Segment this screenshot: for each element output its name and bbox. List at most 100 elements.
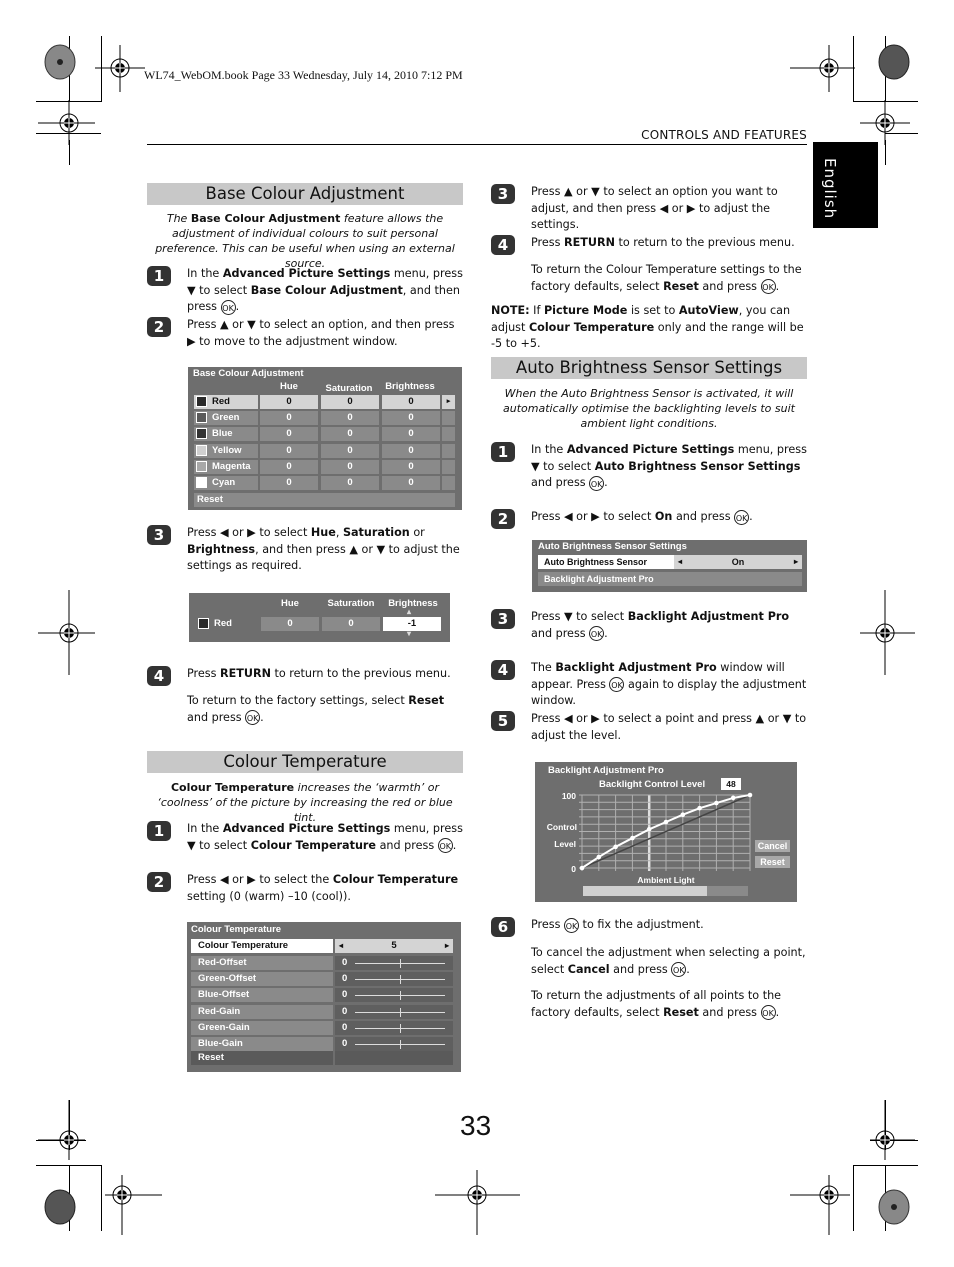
item-label[interactable]: Red-Offset [191, 956, 333, 970]
data-point[interactable] [579, 865, 585, 871]
data-point[interactable] [747, 792, 753, 798]
step-text: Press ▲ or ▼ to select an option, and th… [187, 318, 455, 348]
step-text: In the Advanced Picture Settings menu, p… [187, 822, 463, 853]
item-label[interactable]: Blue-Offset [191, 988, 333, 1003]
registration-mark-icon [95, 45, 145, 92]
slider-handle[interactable] [400, 1007, 401, 1017]
reset-button[interactable]: Reset [194, 493, 455, 507]
saturation-value[interactable]: 0 [321, 443, 379, 458]
brightness-value[interactable]: 0 [382, 459, 440, 474]
brightness-value[interactable]: 0 [382, 411, 440, 426]
step-text: Press OK to fix the adjustment. [531, 917, 704, 933]
arrow-cell [442, 459, 455, 474]
colour-label[interactable]: Cyan [194, 476, 258, 490]
hue-value[interactable]: 0 [260, 443, 318, 458]
item-slider[interactable]: 0 [335, 988, 453, 1003]
hue-value[interactable]: 0 [261, 617, 319, 631]
slider-handle[interactable] [400, 975, 401, 985]
saturation-value[interactable]: 0 [321, 476, 379, 490]
y-tick-label-100: 100 [562, 791, 576, 801]
saturation-value[interactable]: 0 [321, 427, 379, 442]
saturation-value[interactable]: 0 [321, 411, 379, 426]
item-label[interactable]: Red-Gain [191, 1004, 333, 1019]
step-number-badge: 6 [491, 917, 515, 937]
brightness-value[interactable]: -1 [383, 617, 441, 631]
colour-label[interactable]: Yellow [194, 443, 258, 458]
base-colour-edit-osd: Hue Saturation Brightness Red 0 0 -1 ▴ ▾ [189, 593, 450, 642]
slider-handle[interactable] [400, 1040, 401, 1049]
data-point[interactable] [630, 835, 635, 841]
data-point[interactable] [613, 844, 618, 850]
up-arrow-icon[interactable]: ▴ [407, 607, 411, 616]
reset-button[interactable]: Reset [191, 1051, 333, 1065]
step-text: Press ◀ or ▶ to select a point and press… [531, 712, 807, 742]
ok-button-icon: OK [760, 1005, 776, 1020]
step-text: The Backlight Adjustment Pro window will… [531, 661, 807, 707]
auto-brightness-intro: When the Auto Brightness Sensor is activ… [503, 387, 795, 430]
slider-handle[interactable] [400, 1023, 401, 1033]
saturation-value[interactable]: 0 [321, 459, 379, 474]
colour-swatch [196, 444, 207, 456]
left-arrow-icon[interactable]: ◂ [339, 939, 343, 953]
data-point[interactable] [730, 795, 736, 801]
registration-mark-icon [38, 1100, 85, 1160]
osd-title: Auto Brightness Sensor Settings [538, 541, 687, 552]
slider-handle[interactable] [400, 959, 401, 968]
autoview-note: NOTE: If Picture Mode is set to AutoView… [491, 304, 804, 350]
column-header-brightness: Brightness [385, 381, 435, 392]
ok-button-icon: OK [220, 299, 236, 315]
brightness-value[interactable]: 0 [382, 476, 440, 490]
right-arrow-icon[interactable]: ▸ [794, 555, 798, 569]
item-slider[interactable]: 0 [335, 1020, 453, 1035]
brightness-value[interactable]: 0 [382, 427, 440, 442]
brightness-value[interactable]: 0 [382, 395, 440, 409]
hue-value[interactable]: 0 [260, 476, 318, 490]
registration-mark-icon [38, 590, 95, 675]
data-point[interactable] [697, 805, 702, 811]
column-header-hue: Hue [280, 381, 298, 392]
colour-temperature-selector-label[interactable]: Colour Temperature [191, 939, 333, 953]
hue-value[interactable]: 0 [260, 411, 318, 426]
item-label[interactable]: Blue-Gain [191, 1037, 333, 1051]
colour-label[interactable]: Blue [194, 427, 258, 442]
hue-value[interactable]: 0 [260, 427, 318, 442]
colour-swatch [196, 395, 207, 407]
saturation-value[interactable]: 0 [321, 395, 379, 409]
colour-label[interactable]: Magenta [194, 459, 258, 474]
column-header-brightness: Brightness [388, 598, 438, 609]
colour-swatch [196, 460, 207, 472]
item-label[interactable]: Green-Gain [191, 1020, 333, 1035]
reset-value-cell [335, 1051, 453, 1065]
brightness-value[interactable]: 0 [382, 443, 440, 458]
slider-handle[interactable] [400, 991, 401, 1001]
step-number-badge: 4 [147, 666, 171, 686]
arrow-cell [442, 443, 455, 458]
data-point[interactable] [680, 812, 686, 818]
item-slider[interactable]: 0 [335, 972, 453, 987]
item-label[interactable]: Green-Offset [191, 972, 333, 987]
colour-label[interactable]: Green [194, 411, 258, 426]
data-point[interactable] [596, 854, 602, 860]
down-arrow-icon[interactable]: ▾ [407, 629, 411, 638]
step-number-badge: 3 [491, 184, 515, 204]
right-arrow-icon[interactable]: ▸ [442, 395, 455, 409]
hue-value[interactable]: 0 [260, 459, 318, 474]
hue-value[interactable]: 0 [260, 395, 318, 409]
colour-temperature-intro: Colour Temperature increases the ‘warmth… [157, 781, 453, 824]
backlight-adjustment-pro-item[interactable]: Backlight Adjustment Pro [538, 572, 802, 586]
item-slider[interactable]: 0 [335, 956, 453, 970]
data-point[interactable] [714, 800, 719, 806]
item-value: 0 [342, 1038, 348, 1049]
left-arrow-icon[interactable]: ◂ [678, 555, 682, 569]
right-arrow-icon[interactable]: ▸ [445, 939, 449, 953]
auto-brightness-sensor-label[interactable]: Auto Brightness Sensor [538, 555, 674, 569]
saturation-value[interactable]: 0 [322, 617, 380, 631]
colour-label[interactable]: Red [194, 395, 258, 409]
item-slider[interactable]: 0 [335, 1037, 453, 1051]
colour-temperature-selector[interactable]: ◂ 5 ▸ [335, 939, 453, 953]
auto-brightness-sensor-selector[interactable]: ◂ On ▸ [674, 555, 802, 569]
step-number-badge: 3 [147, 525, 171, 545]
data-point[interactable] [646, 827, 652, 832]
item-slider[interactable]: 0 [335, 1004, 453, 1019]
data-point[interactable] [663, 819, 669, 825]
